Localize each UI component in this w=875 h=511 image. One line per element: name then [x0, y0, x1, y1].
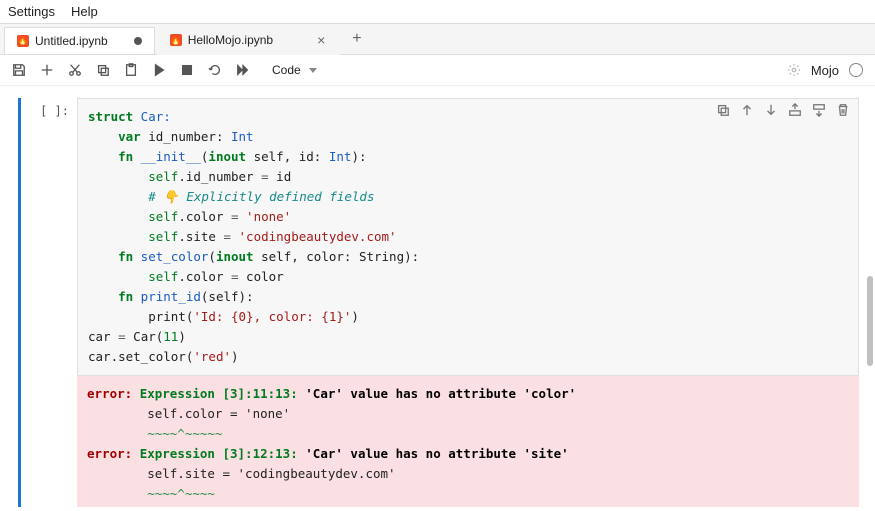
kernel-status-icon[interactable]: [849, 63, 863, 77]
paste-icon[interactable]: [124, 63, 138, 77]
mojo-icon: [170, 34, 182, 46]
tab-hellomojo[interactable]: HelloMojo.ipynb ×: [157, 25, 341, 55]
cell-marker: [18, 98, 21, 376]
chevron-down-icon: [309, 68, 317, 73]
code-area[interactable]: struct Car: var id_number: Int fn __init…: [77, 98, 859, 376]
output-cell: error: Expression [3]:11:13: 'Car' value…: [18, 376, 859, 507]
cell-prompt: [ ]:: [27, 98, 77, 376]
tab-label: Untitled.ipynb: [35, 34, 108, 48]
code-cell[interactable]: [ ]: struct Car: var id_number: Int fn _…: [18, 98, 859, 376]
save-icon[interactable]: [12, 63, 26, 77]
cell-toolbar: [716, 103, 850, 123]
move-down-icon[interactable]: [764, 103, 778, 123]
output-prompt: [27, 376, 77, 507]
error-output: error: Expression [3]:11:13: 'Car' value…: [77, 376, 859, 507]
kernel-name[interactable]: Mojo: [811, 63, 839, 78]
menu-settings[interactable]: Settings: [8, 4, 55, 19]
mojo-icon: [17, 35, 29, 47]
insert-above-icon[interactable]: [788, 103, 802, 123]
cell-type-dropdown[interactable]: Code: [264, 61, 325, 79]
move-up-icon[interactable]: [740, 103, 754, 123]
close-icon[interactable]: ×: [315, 32, 327, 48]
tab-untitled[interactable]: Untitled.ipynb: [4, 27, 155, 54]
fast-forward-icon[interactable]: [236, 63, 250, 77]
tabbar: Untitled.ipynb HelloMojo.ipynb × +: [0, 23, 875, 55]
duplicate-icon[interactable]: [716, 103, 730, 123]
run-icon[interactable]: [152, 63, 166, 77]
delete-icon[interactable]: [836, 103, 850, 123]
menubar: Settings Help: [0, 0, 875, 23]
notebook-area: [ ]: struct Car: var id_number: Int fn _…: [0, 86, 875, 507]
insert-below-icon[interactable]: [812, 103, 826, 123]
toolbar: Code Mojo: [0, 55, 875, 86]
add-tab-button[interactable]: +: [342, 26, 371, 52]
cut-icon[interactable]: [68, 63, 82, 77]
restart-icon[interactable]: [208, 63, 222, 77]
gear-icon[interactable]: [787, 63, 801, 77]
cell-marker: [18, 376, 21, 507]
tab-dirty-indicator: [134, 37, 142, 45]
menu-help[interactable]: Help: [71, 4, 98, 19]
scrollbar-thumb[interactable]: [867, 276, 873, 366]
tab-label: HelloMojo.ipynb: [188, 33, 273, 47]
stop-icon[interactable]: [180, 63, 194, 77]
copy-icon[interactable]: [96, 63, 110, 77]
add-cell-icon[interactable]: [40, 63, 54, 77]
cell-type-label: Code: [272, 63, 301, 77]
